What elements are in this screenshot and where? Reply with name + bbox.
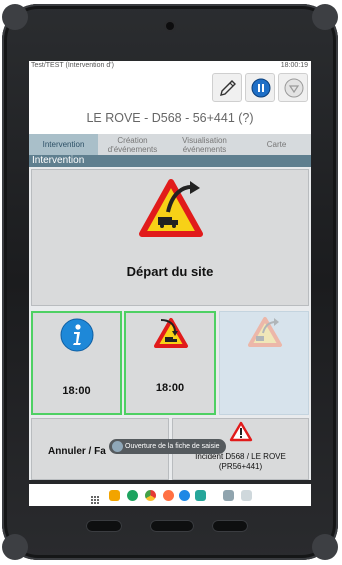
app-shortcut-icon[interactable] [195, 490, 206, 501]
home-key[interactable] [150, 520, 194, 532]
bumper-corner [2, 534, 28, 560]
taskbar [29, 484, 311, 506]
toast-text: Ouverture de la fiche de saisie [125, 443, 220, 450]
app-shortcut-icon[interactable] [109, 490, 120, 501]
status-time: 18:00:19 [280, 62, 308, 69]
pause-button[interactable] [245, 73, 275, 102]
warning-icon [229, 421, 253, 442]
depart-warning-icon [139, 179, 203, 237]
depart-site-button[interactable]: Départ du site [31, 169, 309, 306]
page-title: LE ROVE - D568 - 56+441 (?) [29, 103, 311, 134]
back-key[interactable] [212, 520, 248, 532]
edit-button[interactable] [212, 73, 242, 102]
disabled-action-button[interactable] [219, 311, 309, 415]
section-title: Intervention [29, 155, 311, 167]
arrivee-button[interactable]: 18:00 [124, 311, 216, 415]
front-camera [166, 22, 174, 30]
tab-carte[interactable]: Carte [242, 134, 311, 155]
app-icon [112, 441, 123, 452]
stop-button[interactable] [278, 73, 308, 102]
messages-icon[interactable] [179, 490, 190, 501]
info-button[interactable]: 18:00 [31, 311, 122, 415]
status-app-text: Test/TEST (Intervention d') [31, 62, 114, 69]
arrivee-warning-icon [154, 318, 188, 348]
shield-icon [284, 78, 304, 98]
tab-visualisation-evenements[interactable]: Visualisation événements [167, 134, 242, 155]
tab-creation-evenements[interactable]: Création d'événements [98, 134, 167, 155]
info-time: 18:00 [62, 385, 91, 397]
depart-warning-icon-disabled [248, 317, 282, 347]
bumper-corner [312, 534, 338, 560]
pencil-icon [220, 80, 236, 96]
app-shortcut-icon[interactable] [241, 490, 252, 501]
bumper-corner [2, 4, 28, 30]
apps-grid-icon[interactable] [91, 491, 99, 504]
tab-bar: Intervention Création d'événements Visua… [29, 134, 311, 155]
bumper-corner [312, 4, 338, 30]
incident-sublabel: (PR56+441) [218, 462, 263, 471]
status-bar: Test/TEST (Intervention d') 18:00:19 [29, 61, 311, 72]
tablet-device: Test/TEST (Intervention d') 18:00:19 LE … [0, 0, 342, 565]
chrome-icon[interactable] [145, 490, 156, 501]
pause-icon [251, 78, 271, 98]
toast-message: Ouverture de la fiche de saisie [109, 439, 226, 454]
info-icon [60, 318, 94, 352]
recent-apps-key[interactable] [86, 520, 122, 532]
app-shortcut-icon[interactable] [163, 490, 174, 501]
screen: Test/TEST (Intervention d') 18:00:19 LE … [29, 61, 311, 480]
toolbar [29, 72, 311, 103]
tab-intervention[interactable]: Intervention [29, 134, 98, 155]
arrivee-time: 18:00 [155, 382, 185, 394]
app-shortcut-icon[interactable] [223, 490, 234, 501]
app-shortcut-icon[interactable] [127, 490, 138, 501]
depart-site-label: Départ du site [126, 264, 214, 279]
